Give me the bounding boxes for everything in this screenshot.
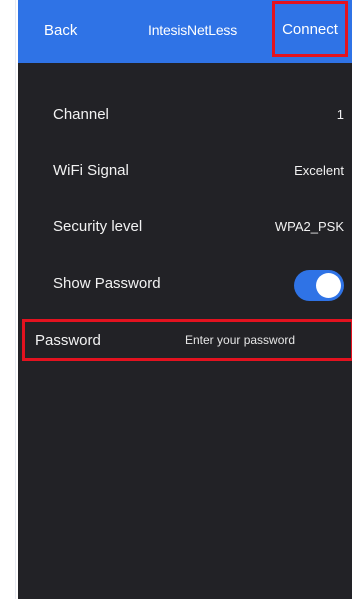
security-level-row: Security level WPA2_PSK: [18, 209, 352, 245]
navigation-bar: Back IntesisNetLess Connect: [18, 0, 352, 63]
toggle-knob: [316, 273, 341, 298]
app-screen: Back IntesisNetLess Connect Channel 1 Wi…: [18, 0, 352, 599]
password-input[interactable]: [185, 327, 351, 353]
page-title: IntesisNetLess: [148, 22, 238, 38]
show-password-toggle[interactable]: [294, 270, 344, 301]
connect-button[interactable]: Connect: [272, 1, 348, 57]
security-level-value: WPA2_PSK: [274, 219, 344, 234]
password-label: Password: [35, 332, 101, 349]
margin-divider: [15, 0, 16, 599]
left-margin: [0, 0, 18, 599]
show-password-label: Show Password: [53, 275, 161, 292]
security-level-label: Security level: [53, 218, 143, 235]
channel-label: Channel: [53, 106, 109, 123]
show-password-row: Show Password: [18, 266, 352, 302]
back-button[interactable]: Back: [44, 22, 77, 39]
password-row: Password: [22, 319, 352, 361]
wifi-signal-row: WiFi Signal Excelent: [18, 153, 352, 189]
password-field-container: [175, 322, 351, 358]
wifi-signal-value: Excelent: [294, 163, 344, 178]
channel-row: Channel 1: [18, 97, 352, 133]
channel-value: 1: [336, 107, 344, 122]
connect-button-label: Connect: [282, 20, 338, 38]
wifi-signal-label: WiFi Signal: [53, 162, 129, 179]
